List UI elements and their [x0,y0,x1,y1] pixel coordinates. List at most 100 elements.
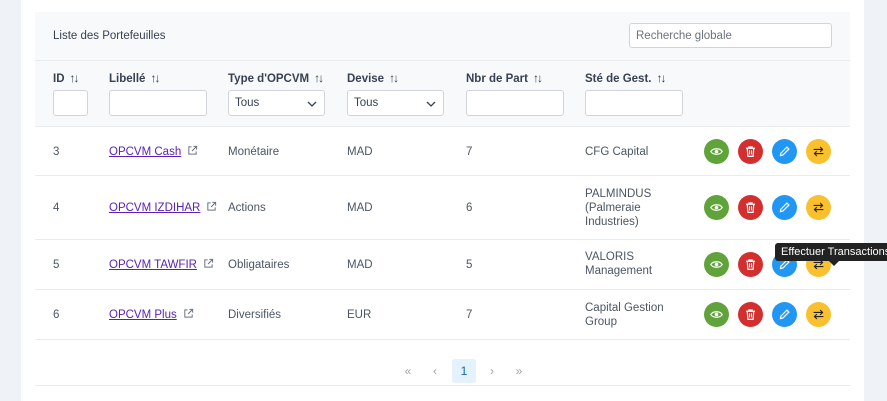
view-button[interactable] [704,139,729,164]
column-label: Nbr de Part [466,73,528,85]
transactions-button[interactable] [806,139,831,164]
table-header: ID ↑↓ Libellé ↑↓ Type d'OPCVM ↑↓ Devise ↑↓ N… [35,61,850,127]
cell-id: 5 [53,259,60,271]
gestion-line: Group [585,316,617,328]
external-link-icon[interactable] [206,201,217,212]
column-header-gestion[interactable]: Sté de Gest. ↑↓ [585,71,666,85]
column-header-libelle[interactable]: Libellé ↑↓ [109,71,160,85]
column-label: Sté de Gest. [585,73,652,85]
gestion-line: CFG Capital [585,146,649,158]
filter-gestion-input[interactable] [585,90,683,116]
pencil-icon [779,202,790,213]
sort-icon[interactable]: ↑↓ [314,71,324,85]
cell-libelle[interactable]: OPCVM IZDIHAR [109,201,217,215]
trash-icon [746,146,755,157]
gestion-line: Capital Gestion [585,302,664,314]
gestion-line: VALORIS [585,251,634,263]
global-search-input[interactable] [629,23,832,48]
delete-button[interactable] [738,302,763,327]
first-page-button[interactable]: « [396,359,420,383]
table-row: 5 OPCVM TAWFIR Obligataires MAD 5 VALORI… [35,240,850,290]
column-header-devise[interactable]: Devise ↑↓ [347,71,399,85]
filter-type-select[interactable]: Tous [228,90,325,116]
page-1-button[interactable]: 1 [452,359,476,383]
column-header-parts[interactable]: Nbr de Part ↑↓ [466,71,543,85]
external-link-icon[interactable] [187,145,198,156]
cell-libelle[interactable]: OPCVM TAWFIR [109,258,214,272]
paginator: « ‹ 1 › » [35,350,850,386]
pencil-icon [779,146,790,157]
transactions-button[interactable] [806,302,831,327]
transfer-icon [813,146,824,157]
chevron-down-icon [307,101,317,107]
transactions-tooltip: Effectuer Transactions [775,243,887,266]
delete-button[interactable] [738,252,763,277]
cell-devise: MAD [347,259,373,271]
trash-icon [746,202,755,213]
edit-button[interactable] [772,139,797,164]
portfolio-link[interactable]: OPCVM IZDIHAR [109,202,200,214]
table-caption: Liste des Portefeuilles [35,12,850,61]
prev-page-button[interactable]: ‹ [423,359,447,383]
gestion-line: PALMINDUS [585,188,652,200]
chevron-down-icon [426,101,436,107]
table-row: 6 OPCVM Plus Diversifiés EUR 7 Capital G… [35,290,850,340]
cell-libelle[interactable]: OPCVM Cash [109,145,198,159]
gestion-line: Industries) [585,216,639,228]
sort-icon[interactable]: ↑↓ [389,71,399,85]
filter-id-input[interactable] [53,90,88,116]
filter-devise-value: Tous [354,97,379,109]
trash-icon [746,259,755,270]
column-header-type[interactable]: Type d'OPCVM ↑↓ [228,71,324,85]
sort-icon[interactable]: ↑↓ [656,71,666,85]
view-button[interactable] [704,252,729,277]
eye-icon [710,204,723,211]
cell-libelle[interactable]: OPCVM Plus [109,308,194,322]
filter-devise-select[interactable]: Tous [347,90,444,116]
pencil-icon [779,309,790,320]
sort-icon[interactable]: ↑↓ [533,71,543,85]
external-link-icon[interactable] [183,308,194,319]
filter-parts-input[interactable] [466,90,564,116]
cell-parts: 6 [466,202,473,214]
cell-gestion: VALORIS Management [585,250,652,278]
cell-gestion: Capital Gestion Group [585,301,664,329]
cell-id: 4 [53,202,60,214]
column-label: Devise [347,73,385,85]
external-link-icon[interactable] [203,258,214,269]
column-header-id[interactable]: ID ↑↓ [53,71,80,85]
portfolio-link[interactable]: OPCVM Cash [109,146,181,158]
edit-button[interactable] [772,195,797,220]
delete-button[interactable] [738,195,763,220]
eye-icon [710,311,723,318]
portfolio-card: Liste des Portefeuilles ID ↑↓ Libellé ↑↓ T… [21,0,887,401]
edit-button[interactable] [772,302,797,327]
portfolio-link[interactable]: OPCVM Plus [109,309,177,321]
gestion-line: (Palmeraie [585,202,641,214]
portfolio-link[interactable]: OPCVM TAWFIR [109,259,197,271]
sort-icon[interactable]: ↑↓ [70,71,80,85]
delete-button[interactable] [738,139,763,164]
cell-devise: MAD [347,146,373,158]
column-label: Type d'OPCVM [228,73,310,85]
cell-id: 6 [53,309,60,321]
transfer-icon [813,202,824,213]
next-page-button[interactable]: › [480,359,504,383]
table-title: Liste des Portefeuilles [53,30,166,42]
cell-type: Obligataires [228,259,290,271]
sort-icon[interactable]: ↑↓ [150,71,160,85]
cell-type: Monétaire [228,146,280,158]
cell-parts: 7 [466,309,473,321]
cell-type: Diversifiés [228,309,282,321]
view-button[interactable] [704,302,729,327]
gestion-line: Management [585,265,653,277]
filter-libelle-input[interactable] [109,90,207,116]
cell-id: 3 [53,146,60,158]
column-label: Libellé [109,73,146,85]
cell-devise: EUR [347,309,372,321]
last-page-button[interactable]: » [507,359,531,383]
view-button[interactable] [704,195,729,220]
cell-gestion: PALMINDUS (Palmeraie Industries) [585,187,651,229]
filter-type-value: Tous [235,97,260,109]
transactions-button[interactable] [806,195,831,220]
